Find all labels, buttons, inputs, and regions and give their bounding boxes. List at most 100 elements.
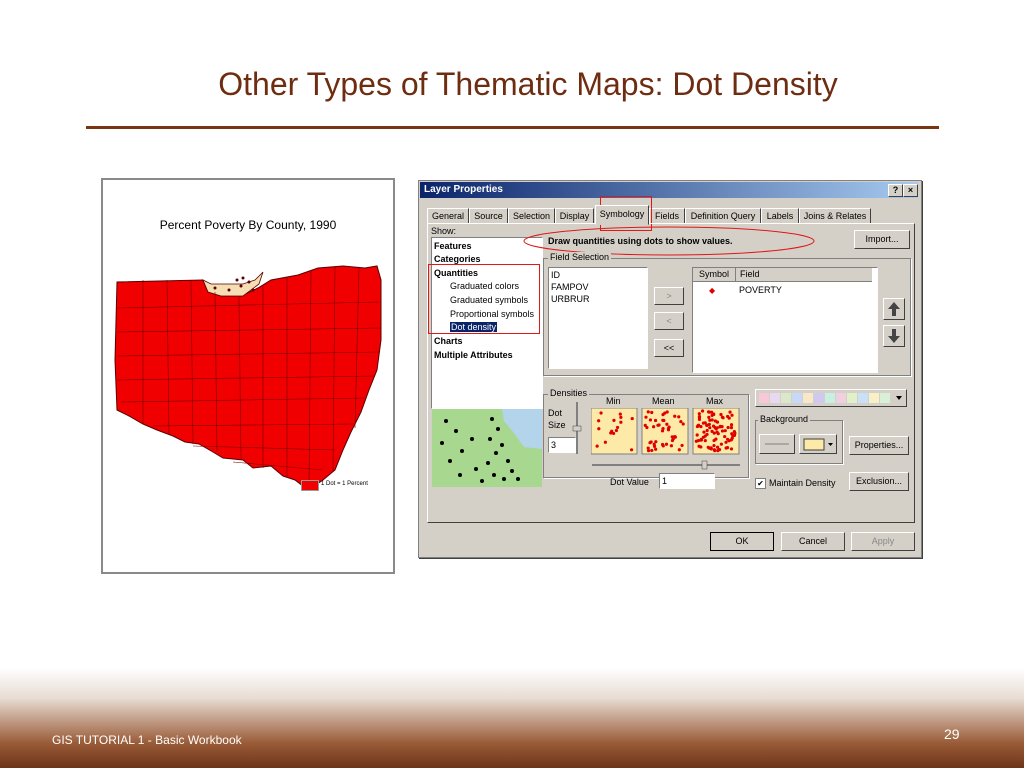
selected-fields-table[interactable]: Symbol Field ◆ POVERTY bbox=[692, 267, 878, 373]
exclusion-button[interactable]: Exclusion... bbox=[849, 472, 909, 491]
density-dot bbox=[612, 418, 616, 423]
poverty-symbol[interactable]: ◆ bbox=[709, 286, 715, 295]
poverty-field[interactable]: POVERTY bbox=[739, 285, 782, 295]
import-button[interactable]: Import... bbox=[854, 230, 910, 249]
density-dot bbox=[711, 424, 716, 428]
density-dot bbox=[697, 415, 702, 419]
density-dot bbox=[697, 412, 701, 416]
density-dot bbox=[699, 437, 703, 441]
density-dot bbox=[726, 425, 730, 430]
tab-symbology[interactable]: Symbology bbox=[595, 205, 649, 225]
tab-definition-query[interactable]: Definition Query bbox=[685, 208, 761, 224]
density-dot bbox=[699, 425, 703, 429]
color-ramp-dropdown[interactable] bbox=[755, 389, 907, 407]
density-dot bbox=[644, 415, 648, 419]
dot-density-highlight bbox=[428, 264, 540, 334]
outline-button[interactable] bbox=[759, 434, 795, 454]
density-dot bbox=[732, 433, 737, 437]
density-dot bbox=[724, 446, 728, 450]
density-dot bbox=[669, 444, 674, 448]
fill-color-dropdown[interactable] bbox=[799, 434, 837, 454]
cancel-button[interactable]: Cancel bbox=[781, 532, 845, 551]
move-right-button[interactable]: > bbox=[654, 287, 684, 305]
dialog-title: Layer Properties bbox=[424, 184, 503, 195]
density-dot bbox=[595, 444, 599, 448]
density-dot bbox=[681, 422, 685, 426]
density-dot bbox=[696, 439, 701, 443]
move-up-button[interactable] bbox=[883, 298, 905, 320]
remove-all-button[interactable]: << bbox=[654, 339, 684, 357]
show-item-multiple-attributes[interactable]: Multiple Attributes bbox=[434, 350, 513, 360]
density-dot bbox=[671, 437, 675, 441]
maintain-density-label[interactable]: Maintain Density bbox=[769, 478, 836, 488]
tab-general[interactable]: General bbox=[427, 208, 469, 224]
dot-value-slider[interactable] bbox=[590, 460, 742, 470]
line-symbol-icon bbox=[765, 443, 789, 445]
density-dot bbox=[723, 434, 727, 439]
symbol-column-header[interactable]: Symbol bbox=[693, 268, 736, 282]
tab-display[interactable]: Display bbox=[555, 208, 594, 224]
density-dot bbox=[656, 423, 660, 427]
dot-value-input[interactable]: 1 bbox=[659, 473, 715, 489]
dot-size-label: Dot Size bbox=[548, 408, 566, 430]
density-dot bbox=[702, 430, 706, 434]
density-dot bbox=[724, 440, 728, 444]
dot-value-label: Dot Value bbox=[610, 477, 649, 487]
density-dot bbox=[615, 425, 620, 430]
field-item-urbrur[interactable]: URBRUR bbox=[551, 294, 590, 304]
tab-joins-relates[interactable]: Joins & Relates bbox=[799, 208, 871, 224]
dot-size-slider[interactable] bbox=[572, 400, 582, 456]
apply-button[interactable]: Apply bbox=[851, 532, 915, 551]
maintain-density-checkbox[interactable]: ✔ bbox=[755, 478, 766, 489]
available-fields-list[interactable]: ID FAMPOV URBRUR bbox=[548, 267, 648, 369]
density-dot bbox=[597, 427, 601, 431]
help-button[interactable]: ? bbox=[888, 184, 903, 197]
field-selection-label: Field Selection bbox=[548, 252, 612, 262]
density-dot bbox=[695, 433, 699, 437]
density-dot bbox=[599, 411, 603, 415]
density-dot bbox=[727, 416, 731, 420]
show-item-features[interactable]: Features bbox=[434, 241, 472, 251]
density-dot bbox=[712, 431, 716, 435]
density-dot bbox=[705, 428, 709, 433]
density-dot bbox=[677, 448, 681, 452]
field-item-fampov[interactable]: FAMPOV bbox=[551, 282, 589, 292]
show-item-categories[interactable]: Categories bbox=[434, 254, 481, 264]
field-column-header[interactable]: Field bbox=[736, 268, 872, 282]
density-dot bbox=[720, 429, 725, 433]
density-dot bbox=[665, 422, 669, 426]
tab-fields[interactable]: Fields bbox=[649, 208, 685, 224]
density-dot bbox=[648, 418, 653, 422]
density-dot bbox=[679, 419, 683, 424]
density-dot bbox=[707, 422, 711, 427]
properties-button[interactable]: Properties... bbox=[849, 436, 909, 455]
show-label: Show: bbox=[431, 226, 457, 236]
density-dot bbox=[697, 417, 702, 422]
slide-title: Other Types of Thematic Maps: Dot Densit… bbox=[218, 66, 838, 102]
move-left-button[interactable]: < bbox=[654, 312, 684, 330]
tab-labels[interactable]: Labels bbox=[761, 208, 799, 224]
density-dot bbox=[729, 447, 734, 451]
tab-selection[interactable]: Selection bbox=[508, 208, 555, 224]
ok-button[interactable]: OK bbox=[710, 532, 774, 551]
move-down-button[interactable] bbox=[883, 325, 905, 347]
density-dot bbox=[714, 437, 718, 441]
density-dot bbox=[728, 410, 732, 414]
legend-swatch bbox=[301, 480, 319, 491]
density-dot bbox=[630, 416, 634, 421]
density-dot bbox=[718, 424, 723, 428]
tab-source[interactable]: Source bbox=[469, 208, 508, 224]
density-dot bbox=[708, 418, 712, 422]
show-item-charts[interactable]: Charts bbox=[434, 336, 463, 346]
dialog-titlebar[interactable]: Layer Properties ? × bbox=[420, 182, 918, 198]
density-dot bbox=[650, 448, 654, 453]
density-dot bbox=[666, 428, 671, 432]
density-dot bbox=[700, 409, 705, 413]
density-dot bbox=[699, 445, 703, 449]
density-dot bbox=[717, 447, 722, 452]
close-button[interactable]: × bbox=[903, 184, 918, 197]
density-dot bbox=[614, 428, 619, 433]
density-dot bbox=[730, 413, 734, 417]
density-dot bbox=[721, 416, 725, 420]
field-item-id[interactable]: ID bbox=[551, 270, 560, 280]
